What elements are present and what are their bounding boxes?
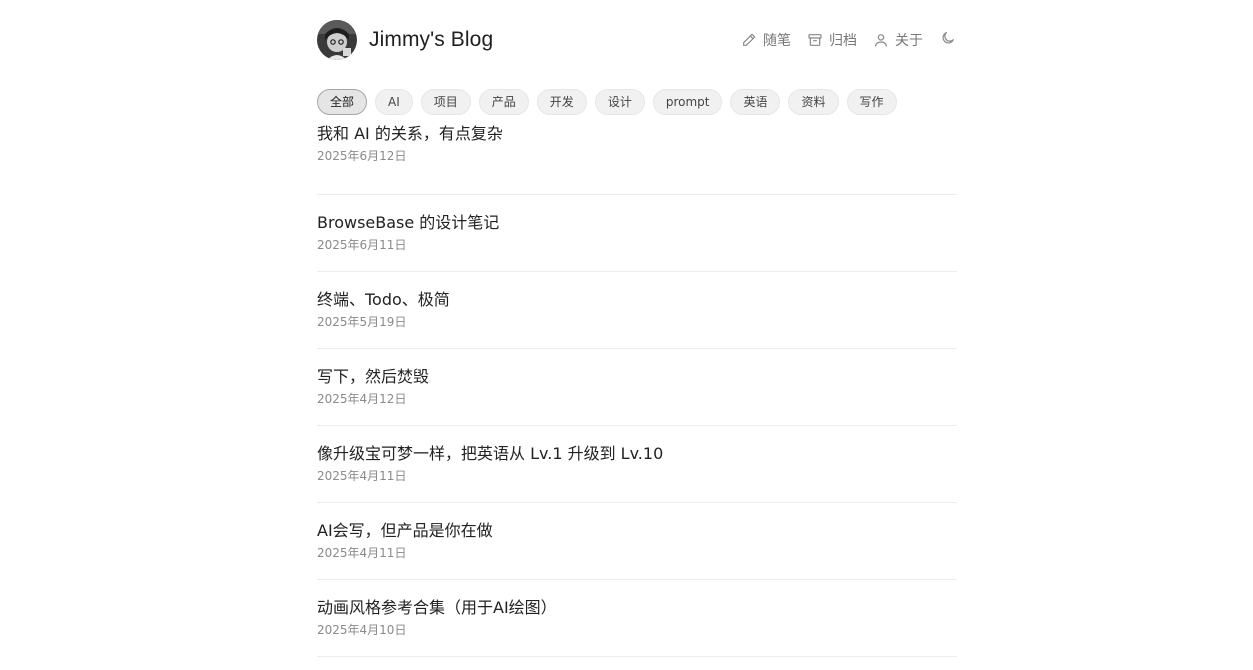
main-nav: 随笔 归档 关于: [741, 30, 957, 50]
page-container: Jimmy's Blog 随笔 归档 关于 全部 AI 项目 产品 开发 设计 …: [317, 0, 957, 657]
site-header: Jimmy's Blog 随笔 归档 关于: [317, 0, 957, 80]
list-item[interactable]: 动画风格参考合集（用于AI绘图） 2025年4月10日: [317, 580, 957, 657]
tag-development[interactable]: 开发: [536, 89, 587, 115]
tag-design[interactable]: 设计: [594, 89, 645, 115]
list-item[interactable]: AI会写，但产品是你在做 2025年4月11日: [317, 503, 957, 580]
post-title[interactable]: AI会写，但产品是你在做: [317, 503, 957, 542]
nav-item-label: 归档: [829, 33, 857, 49]
post-title[interactable]: 我和 AI 的关系，有点复杂: [317, 119, 957, 145]
tag-projects[interactable]: 项目: [420, 89, 471, 115]
nav-item-archive[interactable]: 归档: [807, 30, 857, 50]
nav-item-label: 随笔: [763, 33, 791, 49]
site-title: Jimmy's Blog: [369, 28, 494, 51]
archive-box-icon: [807, 32, 823, 48]
list-item[interactable]: 我和 AI 的关系，有点复杂 2025年6月12日: [317, 119, 957, 195]
tag-prompt[interactable]: prompt: [652, 89, 723, 115]
post-title[interactable]: 终端、Todo、极简: [317, 272, 957, 311]
tag-product[interactable]: 产品: [478, 89, 529, 115]
nav-item-about[interactable]: 关于: [873, 30, 923, 50]
moon-icon: [940, 30, 956, 50]
nav-item-notes[interactable]: 随笔: [741, 30, 791, 50]
list-item[interactable]: 终端、Todo、极简 2025年5月19日: [317, 272, 957, 349]
post-title[interactable]: 动画风格参考合集（用于AI绘图）: [317, 580, 957, 619]
user-icon: [873, 32, 889, 48]
post-title[interactable]: 像升级宝可梦一样，把英语从 Lv.1 升级到 Lv.10: [317, 426, 957, 465]
post-date: 2025年6月11日: [317, 238, 407, 252]
list-item[interactable]: 像升级宝可梦一样，把英语从 Lv.1 升级到 Lv.10 2025年4月11日: [317, 426, 957, 503]
theme-toggle-button[interactable]: [939, 31, 957, 49]
post-title[interactable]: BrowseBase 的设计笔记: [317, 195, 957, 234]
post-title[interactable]: 写下，然后焚毁: [317, 349, 957, 388]
tag-writing[interactable]: 写作: [846, 89, 897, 115]
post-date: 2025年4月11日: [317, 469, 407, 483]
avatar: [317, 20, 357, 60]
post-list: 我和 AI 的关系，有点复杂 2025年6月12日 BrowseBase 的设计…: [317, 119, 957, 657]
post-date: 2025年4月11日: [317, 546, 407, 560]
pencil-icon: [741, 32, 757, 48]
post-date: 2025年4月10日: [317, 623, 407, 637]
list-item[interactable]: BrowseBase 的设计笔记 2025年6月11日: [317, 195, 957, 272]
list-item[interactable]: 写下，然后焚毁 2025年4月12日: [317, 349, 957, 426]
tag-filter-bar: 全部 AI 项目 产品 开发 设计 prompt 英语 资料 写作: [317, 85, 957, 119]
post-date: 2025年6月12日: [317, 149, 407, 163]
tag-english[interactable]: 英语: [730, 89, 781, 115]
post-date: 2025年4月12日: [317, 392, 407, 406]
tag-all[interactable]: 全部: [317, 89, 368, 115]
home-link[interactable]: Jimmy's Blog: [317, 20, 493, 60]
tag-ai[interactable]: AI: [375, 89, 413, 115]
post-date: 2025年5月19日: [317, 315, 407, 329]
nav-item-label: 关于: [895, 33, 923, 49]
tag-resources[interactable]: 资料: [788, 89, 839, 115]
